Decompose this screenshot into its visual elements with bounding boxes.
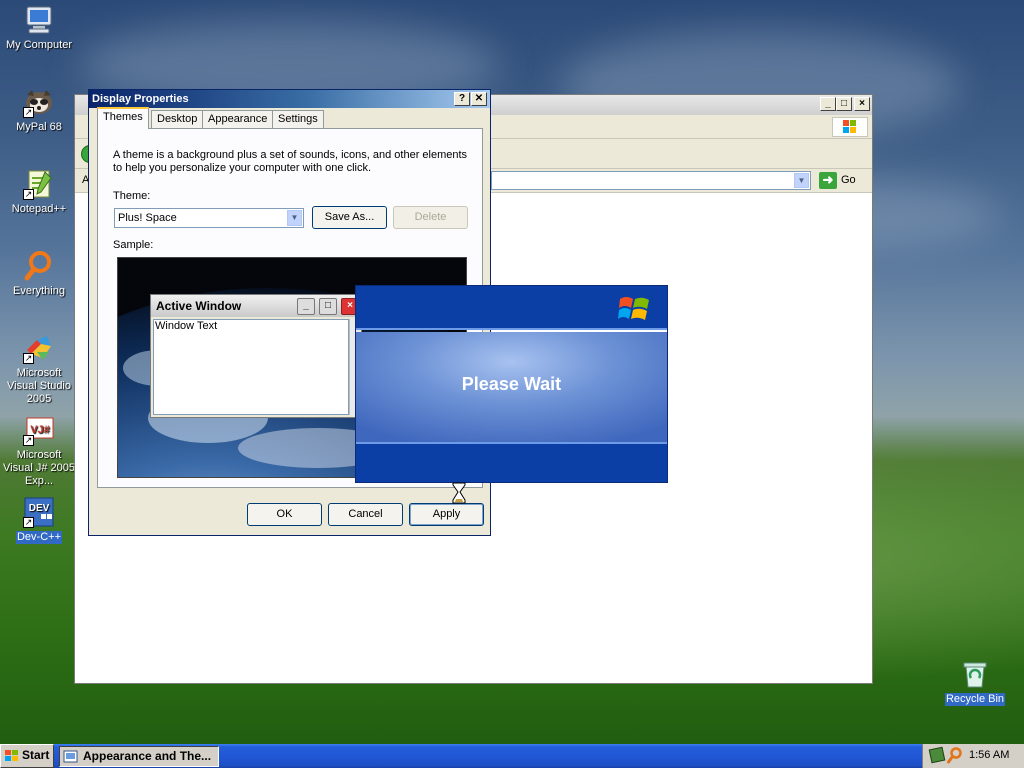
taskbar: Start Appearance and The... 1:56 AM (0, 744, 1024, 768)
shortcut-arrow-icon: ↗ (23, 353, 34, 364)
desktop-icon-notepadpp[interactable]: ↗ Notepad++ (0, 168, 78, 216)
go-arrow-icon[interactable]: ➜ (819, 172, 837, 189)
hourglass-cursor-icon (450, 482, 468, 507)
help-button[interactable]: ? (454, 92, 470, 106)
desktop-icon-label: Recycle Bin (944, 693, 1006, 706)
windows-logo-icon (832, 117, 868, 137)
desktop-icon-visual-jsharp[interactable]: VJ# ↗ Microsoft Visual J# 2005 Exp... (0, 414, 78, 488)
please-wait-header (356, 286, 667, 330)
desktop-icon-label: MyPal 68 (16, 121, 62, 133)
everything-icon (23, 250, 55, 282)
start-button[interactable]: Start (0, 744, 54, 768)
close-button[interactable]: × (854, 97, 870, 111)
desktop-icon-label: Everything (13, 285, 65, 297)
sample-minimize-icon: _ (297, 298, 315, 315)
please-wait-footer (356, 444, 667, 482)
dev-cpp-icon: DEV ↗ (23, 496, 55, 528)
tray-search-icon[interactable] (947, 747, 963, 767)
desktop-icon-label: Microsoft Visual J# 2005 Exp... (3, 449, 75, 487)
dialog-titlebar[interactable]: Display Properties ? ✕ (89, 90, 490, 108)
control-panel-icon (63, 750, 78, 763)
theme-select[interactable]: Plus! Space ▼ (114, 208, 304, 228)
go-button-label[interactable]: Go (841, 174, 856, 186)
visual-jsharp-icon: VJ# ↗ (23, 414, 55, 446)
sample-window-titlebar: Active Window _ □ × (151, 295, 361, 317)
desktop-icon-recycle-bin[interactable]: Recycle Bin (936, 658, 1014, 706)
apply-button[interactable]: Apply (409, 503, 484, 526)
dev-badge-text: DEV (29, 503, 50, 514)
notepadpp-icon: ↗ (23, 168, 55, 200)
desktop-icon-dev-cpp[interactable]: DEV ↗ Dev-C++ (0, 496, 78, 544)
theme-description: A theme is a background plus a set of so… (113, 149, 468, 174)
address-dropdown-button[interactable]: ▼ (794, 173, 809, 188)
desktop-icon-label: Notepad++ (11, 203, 67, 215)
chevron-down-icon[interactable]: ▼ (287, 210, 302, 226)
shortcut-arrow-icon: ↗ (23, 189, 34, 200)
my-computer-icon (23, 4, 55, 36)
visual-studio-icon: ↗ (23, 332, 55, 364)
sample-label: Sample: (113, 239, 154, 251)
delete-button[interactable]: Delete (393, 206, 468, 229)
start-label: Start (22, 748, 50, 762)
desktop-icon-mypal[interactable]: ↗ MyPal 68 (0, 86, 78, 134)
desktop-icon-label: My Computer (5, 39, 73, 51)
desktop-icon-label: Dev-C++ (15, 531, 63, 544)
close-button[interactable]: ✕ (471, 92, 487, 106)
sample-window-title: Active Window (156, 299, 242, 313)
desktop-icon-everything[interactable]: Everything (0, 250, 78, 298)
tab-themes[interactable]: Themes (97, 107, 149, 129)
taskbar-item-appearance[interactable]: Appearance and The... (59, 746, 219, 767)
sample-active-window: Active Window _ □ × Window Text (150, 294, 362, 418)
maximize-button[interactable]: □ (836, 97, 852, 111)
tab-settings[interactable]: Settings (272, 110, 324, 129)
address-input[interactable]: ▼ (491, 171, 811, 190)
minimize-button[interactable]: _ (820, 97, 836, 111)
desktop-icon-my-computer[interactable]: My Computer (0, 4, 78, 52)
dialog-title: Display Properties (92, 93, 189, 105)
tray-app-icon[interactable] (928, 746, 946, 764)
windows-flag-icon (618, 293, 652, 326)
theme-select-value: Plus! Space (118, 212, 177, 224)
shortcut-arrow-icon: ↗ (23, 435, 34, 446)
cancel-button[interactable]: Cancel (328, 503, 403, 526)
recycle-bin-icon (959, 658, 991, 690)
desktop-icon-label: Microsoft Visual Studio 2005 (6, 367, 71, 405)
shortcut-arrow-icon: ↗ (23, 517, 34, 528)
save-as-button[interactable]: Save As... (312, 206, 387, 229)
taskbar-item-label: Appearance and The... (83, 749, 212, 763)
desktop-icon-visual-studio[interactable]: ↗ Microsoft Visual Studio 2005 (0, 332, 78, 406)
mypal-icon: ↗ (23, 86, 55, 118)
tab-desktop[interactable]: Desktop (151, 110, 204, 129)
please-wait-body: Please Wait (356, 332, 667, 442)
theme-label: Theme: (113, 190, 151, 202)
windows-logo-icon (5, 750, 18, 761)
ok-button[interactable]: OK (247, 503, 322, 526)
shortcut-arrow-icon: ↗ (23, 107, 34, 118)
sample-window-text: Window Text (155, 320, 218, 332)
sample-window-text-area: Window Text (153, 319, 349, 415)
tab-appearance[interactable]: Appearance (202, 110, 274, 129)
taskbar-clock[interactable]: 1:56 AM (969, 749, 1009, 761)
please-wait-message: Please Wait (461, 374, 562, 394)
please-wait-dialog: Please Wait (355, 285, 668, 483)
sample-maximize-icon: □ (319, 298, 337, 315)
system-tray: 1:56 AM (922, 744, 1024, 768)
